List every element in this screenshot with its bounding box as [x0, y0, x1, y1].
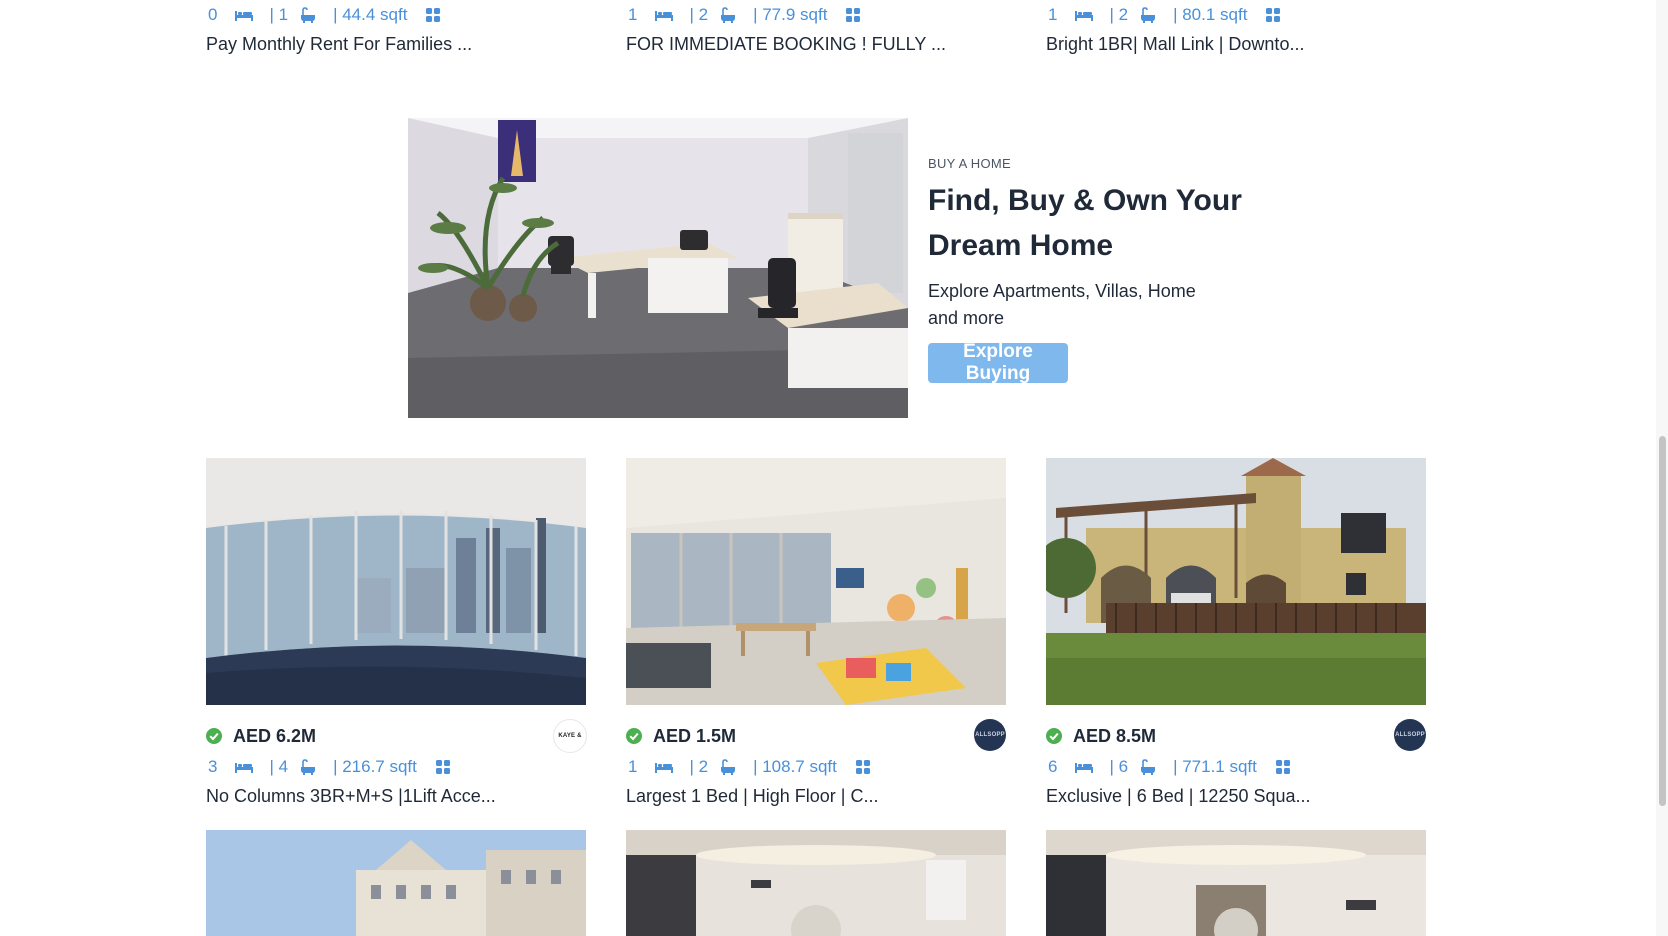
bed-icon [655, 763, 674, 773]
bath-icon [1141, 7, 1156, 23]
agency-logo-text: ALLSOPP [1395, 732, 1425, 738]
bath-icon [1141, 759, 1156, 775]
page-scrollbar-thumb[interactable] [1659, 436, 1666, 806]
listing-title[interactable]: Largest 1 Bed | High Floor | C... [626, 786, 878, 807]
bath-count: | 2 [689, 757, 709, 776]
listing-title[interactable]: FOR IMMEDIATE BOOKING ! FULLY ... [626, 34, 946, 55]
listing-meta: 6 | 6 | 771.1 sqft [1048, 755, 1291, 779]
agency-logo[interactable]: ALLSOPP [1394, 719, 1426, 751]
area-value: | 77.9 sqft [753, 5, 828, 24]
bed-count: 3 [208, 757, 218, 776]
listing-meta: 1 | 2 | 108.7 sqft [628, 755, 871, 779]
floorplan-icon [846, 8, 861, 22]
listing-price-row: AED 8.5M [1046, 722, 1156, 750]
listing-title[interactable]: Pay Monthly Rent For Families ... [206, 34, 472, 55]
banner-title: Find, Buy & Own Your Dream Home [928, 184, 1242, 262]
bed-icon [1075, 763, 1094, 773]
floorplan-icon [1275, 760, 1290, 774]
bath-count: | 6 [1109, 757, 1129, 776]
agency-logo-text: ALLSOPP [975, 732, 1005, 738]
listing-photo[interactable] [206, 830, 586, 936]
area-value: | 108.7 sqft [753, 757, 837, 776]
agency-logo[interactable]: KAYE & [553, 719, 587, 753]
bed-icon [235, 763, 254, 773]
bed-count: 1 [628, 5, 638, 24]
bath-icon [721, 7, 736, 23]
bath-icon [721, 759, 736, 775]
listing-photo[interactable] [626, 458, 1006, 705]
listing-meta: 0 | 1 | 44.4 sqft [208, 3, 441, 27]
listing-price-row: AED 6.2M [206, 722, 316, 750]
bath-count: | 2 [689, 5, 709, 24]
listing-photo[interactable] [1046, 830, 1426, 936]
listing-title[interactable]: Bright 1BR| Mall Link | Downto... [1046, 34, 1304, 55]
agency-logo[interactable]: ALLSOPP [974, 719, 1006, 751]
office-room-photo [408, 118, 908, 418]
listing-meta: 1 | 2 | 77.9 sqft [628, 3, 861, 27]
area-value: | 44.4 sqft [333, 5, 408, 24]
bath-count: | 4 [269, 757, 289, 776]
verified-check-icon [206, 728, 222, 744]
floorplan-icon [435, 760, 450, 774]
floorplan-icon [426, 8, 441, 22]
listing-price: AED 1.5M [653, 725, 737, 746]
bed-icon [235, 11, 254, 21]
bed-icon [1075, 11, 1094, 21]
bath-count: | 2 [1109, 5, 1129, 24]
listing-photo[interactable] [206, 458, 586, 705]
listing-meta: 3 | 4 | 216.7 sqft [208, 755, 451, 779]
verified-check-icon [1046, 728, 1062, 744]
banner-description: Explore Apartments, Villas, Home and mor… [928, 281, 1196, 328]
bath-icon [301, 759, 316, 775]
listing-photo[interactable] [1046, 458, 1426, 705]
listing-title[interactable]: Exclusive | 6 Bed | 12250 Squa... [1046, 786, 1311, 807]
floorplan-icon [1266, 8, 1281, 22]
explore-buying-button[interactable]: Explore Buying [928, 341, 1068, 384]
bed-count: 6 [1048, 757, 1058, 776]
bed-count: 1 [628, 757, 638, 776]
floorplan-icon [855, 760, 870, 774]
agency-logo-text: KAYE & [558, 733, 582, 739]
listing-price: AED 6.2M [233, 725, 317, 746]
bed-icon [655, 11, 674, 21]
listing-price: AED 8.5M [1073, 725, 1157, 746]
area-value: | 216.7 sqft [333, 757, 417, 776]
listing-title[interactable]: No Columns 3BR+M+S |1Lift Acce... [206, 786, 496, 807]
bed-count: 0 [208, 5, 218, 24]
bed-count: 1 [1048, 5, 1058, 24]
bath-count: | 1 [269, 5, 289, 24]
bath-icon [301, 7, 316, 23]
listing-photo[interactable] [626, 830, 1006, 936]
listing-price-row: AED 1.5M [626, 722, 736, 750]
listing-meta: 1 | 2 | 80.1 sqft [1048, 3, 1281, 27]
area-value: | 80.1 sqft [1173, 5, 1248, 24]
banner-eyebrow: BUY A HOME [928, 156, 1011, 171]
verified-check-icon [626, 728, 642, 744]
area-value: | 771.1 sqft [1173, 757, 1257, 776]
